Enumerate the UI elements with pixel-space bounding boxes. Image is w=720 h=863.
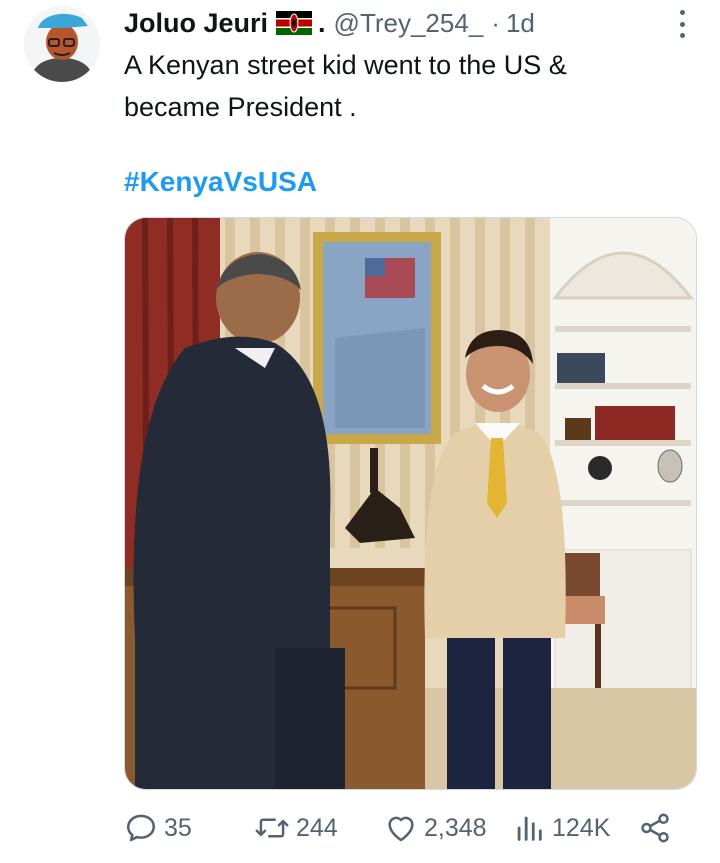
retweet-count: 244 (296, 813, 338, 842)
share-icon (641, 813, 669, 843)
views-count: 124K (552, 813, 611, 842)
hashtag-link[interactable]: #KenyaVsUSA (124, 166, 317, 198)
tweet-photo[interactable] (124, 217, 697, 790)
action-bar: 35 244 2,348 124K (124, 808, 684, 848)
retweet-icon (255, 818, 289, 838)
like-button[interactable]: 2,348 (384, 808, 487, 848)
retweet-button[interactable]: 244 (254, 808, 338, 848)
author-suffix: . (318, 7, 326, 38)
more-options-icon[interactable] (674, 10, 690, 38)
tweet-text: A Kenyan street kid went to the US & bec… (124, 50, 567, 122)
kenya-flag-icon (276, 11, 313, 35)
cartoon-avatar-icon (24, 6, 100, 82)
reply-icon (126, 814, 156, 842)
reply-button[interactable]: 35 (124, 808, 192, 848)
author-name[interactable]: Joluo Jeuri (124, 8, 268, 39)
separator: · (491, 7, 500, 38)
like-count: 2,348 (424, 813, 487, 842)
author-avatar[interactable] (24, 6, 100, 82)
views-bar-chart-icon (517, 816, 542, 841)
author-handle[interactable]: @Trey_254_ (334, 8, 484, 39)
reply-count: 35 (164, 813, 192, 842)
oval-office-photo (125, 218, 696, 789)
tweet-header: Joluo Jeuri . @Trey_254_ · 1d (124, 4, 535, 42)
share-button[interactable] (638, 808, 672, 848)
heart-icon (388, 816, 414, 842)
post-time[interactable]: 1d (506, 8, 535, 39)
views-button[interactable]: 124K (512, 808, 610, 848)
